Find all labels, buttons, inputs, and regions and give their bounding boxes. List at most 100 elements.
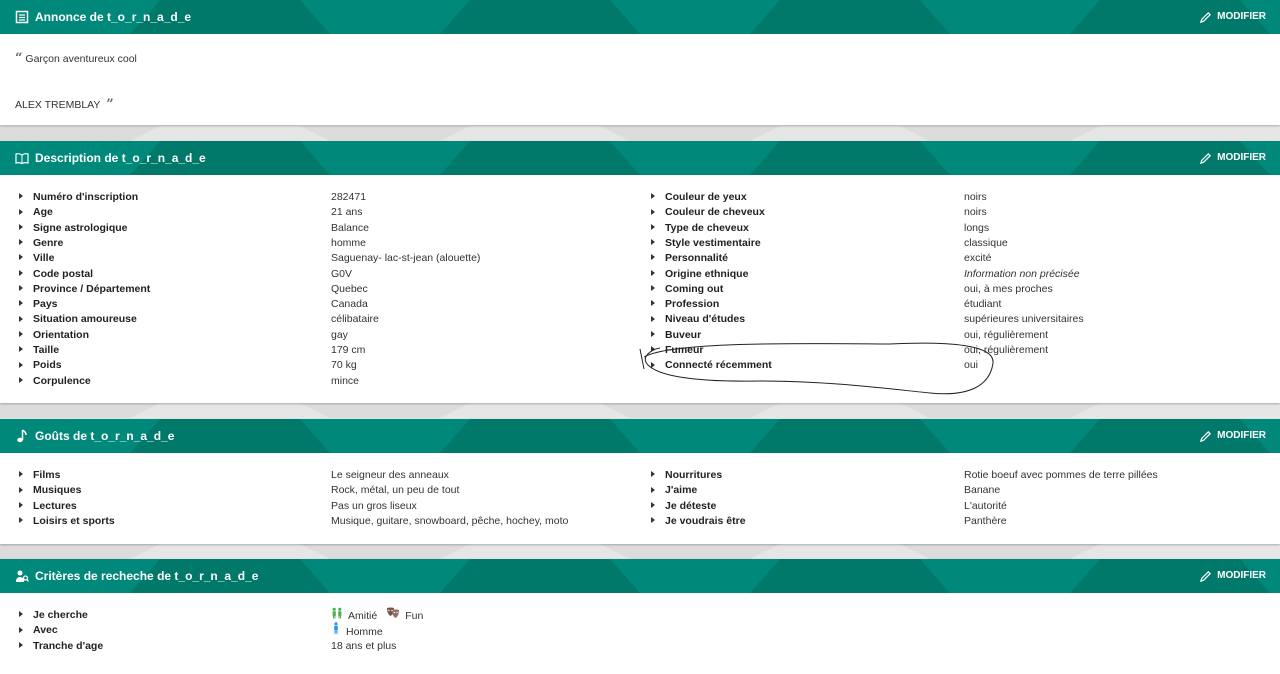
detail-label: Tranche d'age bbox=[33, 639, 104, 652]
detail-value: G0V bbox=[331, 267, 353, 280]
criteria-value-text: Amitié bbox=[348, 610, 378, 623]
detail-value: 179 cm bbox=[331, 344, 366, 356]
detail-value: longs bbox=[964, 221, 990, 234]
caret-right-icon bbox=[651, 300, 655, 307]
criteres-edit-button[interactable]: MODIFIER bbox=[1199, 559, 1266, 593]
gouts-card: Goûts de t_o_r_n_a_d_e MODIFIER Films Le … bbox=[0, 419, 1280, 544]
caret-right-icon bbox=[19, 330, 23, 337]
book-icon bbox=[15, 153, 29, 165]
detail-row: Tranche d'age bbox=[19, 639, 103, 654]
detail-row: Je cherche bbox=[19, 608, 88, 623]
detail-label: Style vestimentaire bbox=[665, 236, 761, 249]
detail-row: Personnalité bbox=[651, 251, 728, 266]
detail-row: Profession bbox=[651, 297, 719, 312]
detail-label: Lectures bbox=[33, 499, 77, 512]
detail-label: Code postal bbox=[33, 267, 94, 280]
username: t_o_r_n_a_d_e bbox=[174, 569, 259, 583]
music-note-icon bbox=[17, 429, 27, 443]
caret-right-icon bbox=[19, 285, 23, 292]
detail-label: Situation amoureuse bbox=[33, 313, 137, 326]
detail-row: Genre bbox=[19, 236, 63, 251]
caret-right-icon bbox=[19, 223, 23, 230]
detail-row: Orientation bbox=[19, 328, 89, 343]
detail-value: L'autorité bbox=[964, 499, 1007, 512]
caret-right-icon bbox=[19, 376, 23, 383]
detail-label: Nourritures bbox=[665, 469, 723, 481]
detail-value: étudiant bbox=[964, 298, 1002, 311]
criteria-values: Homme bbox=[331, 622, 392, 639]
username: t_o_r_n_a_d_e bbox=[107, 10, 192, 24]
caret-right-icon bbox=[651, 269, 655, 276]
caret-right-icon bbox=[19, 501, 23, 508]
detail-value: Saguenay- lac-st-jean (alouette) bbox=[331, 252, 481, 265]
detail-value: 70 kg bbox=[331, 359, 357, 372]
detail-label: Origine ethnique bbox=[665, 267, 749, 280]
caret-right-icon bbox=[651, 239, 655, 246]
close-quote-icon: ” bbox=[106, 97, 114, 112]
detail-row: Couleur de yeux bbox=[651, 190, 747, 205]
detail-value: noirs bbox=[964, 191, 987, 203]
detail-label: Couleur de yeux bbox=[665, 191, 747, 203]
description-edit-button[interactable]: MODIFIER bbox=[1199, 141, 1266, 175]
detail-label: Orientation bbox=[33, 328, 90, 341]
caret-right-icon bbox=[19, 626, 23, 633]
description-title: Description de t_o_r_n_a_d_e bbox=[35, 151, 206, 165]
caret-right-icon bbox=[19, 269, 23, 276]
detail-value: Balance bbox=[331, 221, 369, 234]
detail-label: Pays bbox=[33, 298, 58, 311]
caret-right-icon bbox=[651, 315, 655, 322]
detail-row: Age bbox=[19, 205, 53, 220]
open-quote-icon: “ bbox=[15, 51, 23, 66]
detail-label: Signe astrologique bbox=[33, 221, 128, 234]
detail-label: Couleur de cheveux bbox=[665, 206, 765, 219]
annonce-card: Annonce de t_o_r_n_a_d_e MODIFIER “ Garç… bbox=[0, 0, 1280, 125]
caret-right-icon bbox=[651, 223, 655, 230]
detail-value: 18 ans et plus bbox=[331, 639, 397, 652]
detail-row: Origine ethnique bbox=[651, 267, 748, 282]
caret-right-icon bbox=[19, 208, 23, 215]
detail-row: Code postal bbox=[19, 267, 93, 282]
detail-value: Panthère bbox=[964, 514, 1007, 527]
search-person-icon bbox=[16, 570, 29, 582]
detail-row: Niveau d'études bbox=[651, 312, 745, 327]
hand-drawn-circle-annotation bbox=[639, 342, 994, 395]
detail-value: 21 ans bbox=[331, 206, 363, 219]
detail-label: Avec bbox=[33, 624, 58, 637]
man-icon bbox=[331, 622, 341, 639]
description-header: Description de t_o_r_n_a_d_e MODIFIER bbox=[0, 141, 1280, 175]
theater-masks-icon bbox=[386, 607, 400, 624]
caret-right-icon bbox=[19, 361, 23, 368]
detail-value: Information non précisée bbox=[964, 267, 1080, 280]
detail-label: Personnalité bbox=[665, 252, 729, 265]
caret-right-icon bbox=[19, 641, 23, 648]
detail-row: Couleur de cheveux bbox=[651, 205, 765, 220]
detail-label: Profession bbox=[665, 298, 720, 311]
detail-row: Situation amoureuse bbox=[19, 312, 137, 327]
detail-label: Genre bbox=[33, 236, 64, 249]
detail-label: Numéro d'inscription bbox=[33, 191, 139, 203]
caret-right-icon bbox=[651, 330, 655, 337]
criteria-values: Amitié Fun bbox=[331, 607, 432, 624]
detail-label: Loisirs et sports bbox=[33, 514, 115, 527]
detail-value: oui, à mes proches bbox=[964, 282, 1053, 295]
detail-label: Province / Département bbox=[33, 282, 151, 295]
username: t_o_r_n_a_d_e bbox=[90, 429, 175, 443]
caret-right-icon bbox=[19, 239, 23, 246]
caret-right-icon bbox=[651, 471, 655, 478]
gouts-title: Goûts de t_o_r_n_a_d_e bbox=[35, 429, 175, 443]
criteres-title: Critères de recheche de t_o_r_n_a_d_e bbox=[35, 569, 259, 583]
detail-value: mince bbox=[331, 374, 360, 387]
annonce-edit-button[interactable]: MODIFIER bbox=[1199, 0, 1266, 34]
gouts-edit-button[interactable]: MODIFIER bbox=[1199, 419, 1266, 453]
caret-right-icon bbox=[19, 315, 23, 322]
pencil-icon bbox=[1200, 152, 1212, 164]
caret-right-icon bbox=[651, 193, 655, 200]
detail-row: Je déteste bbox=[651, 499, 716, 514]
detail-value: Le seigneur des anneaux bbox=[331, 469, 449, 481]
detail-value: célibataire bbox=[331, 313, 379, 326]
caret-right-icon bbox=[651, 208, 655, 215]
caret-right-icon bbox=[651, 501, 655, 508]
header-stripes bbox=[130, 419, 1270, 453]
detail-label: Je déteste bbox=[665, 499, 717, 512]
criteres-card: Critères de recheche de t_o_r_n_a_d_e MO… bbox=[0, 559, 1280, 674]
